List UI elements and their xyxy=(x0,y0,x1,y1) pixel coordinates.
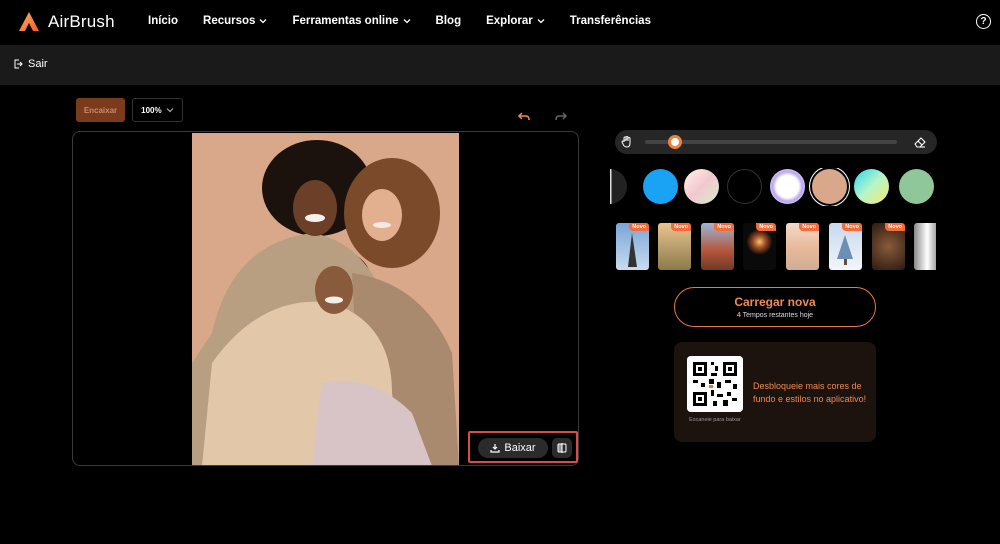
brush-size-slider[interactable] xyxy=(615,130,937,154)
fit-button[interactable]: Encaixar xyxy=(76,98,125,122)
undo-icon[interactable] xyxy=(517,110,531,124)
nav-label: Blog xyxy=(435,15,462,27)
new-badge: Novo xyxy=(671,223,691,231)
compare-icon xyxy=(557,443,567,453)
exit-label: Sair xyxy=(28,58,48,70)
remaining-count: 4 xyxy=(736,312,741,319)
bg-thumb-eiffel[interactable]: Novo xyxy=(616,223,649,270)
chevron-down-icon xyxy=(259,19,267,24)
download-icon xyxy=(490,444,501,453)
sub-toolbar: Sair xyxy=(0,45,1000,85)
top-nav: AirBrush Início Recursos Ferramentas onl… xyxy=(0,0,1000,45)
restore-hand-icon[interactable] xyxy=(620,135,634,149)
image-canvas[interactable] xyxy=(72,131,579,466)
background-presets: Novo Novo Novo Novo Novo Novo Novo xyxy=(616,221,936,271)
download-label: Baixar xyxy=(504,442,536,454)
new-badge: Novo xyxy=(799,223,819,231)
new-badge: Novo xyxy=(714,223,734,231)
bg-thumb-fireworks[interactable]: Novo xyxy=(743,223,776,270)
nav-item-transferencias[interactable]: Transferências xyxy=(570,15,651,27)
slider-knob[interactable] xyxy=(668,135,683,149)
exit-icon xyxy=(14,59,23,69)
promo-text: Desbloqueie mais cores de fundo e estilo… xyxy=(753,381,867,404)
color-swatch-cyan-yellow[interactable] xyxy=(854,169,889,204)
color-swatch-lavender[interactable] xyxy=(770,169,805,204)
background-colors xyxy=(610,168,936,206)
edited-photo xyxy=(192,133,459,465)
nav-label: Ferramentas online xyxy=(292,15,399,27)
chevron-down-icon xyxy=(537,19,545,24)
zoom-select[interactable]: 100% xyxy=(132,98,183,122)
color-swatch-tan-selected[interactable] xyxy=(812,169,847,204)
main-menu: Início Recursos Ferramentas online Blog … xyxy=(148,15,651,27)
redo-icon[interactable] xyxy=(554,110,568,124)
bg-thumb-beach[interactable]: Novo xyxy=(786,223,819,270)
upload-label: Carregar nova xyxy=(734,295,816,309)
nav-label: Início xyxy=(148,15,179,27)
bg-thumb-desert[interactable]: Novo xyxy=(658,223,691,270)
download-button[interactable]: Baixar xyxy=(478,438,548,458)
slider-track[interactable] xyxy=(645,140,897,144)
qr-code-icon xyxy=(687,356,743,412)
bg-thumb-snowy-tree[interactable]: Novo xyxy=(829,223,862,270)
download-area: Baixar xyxy=(468,431,578,463)
color-swatch-peach-gradient[interactable] xyxy=(684,169,719,204)
nav-item-ferramentas[interactable]: Ferramentas online xyxy=(292,15,411,27)
chevron-down-icon xyxy=(403,19,411,24)
new-badge: Novo xyxy=(629,223,649,231)
new-badge: Novo xyxy=(842,223,862,231)
app-promo-card: Escaneie para baixar Desbloqueie mais co… xyxy=(674,342,876,442)
exit-button[interactable]: Sair xyxy=(13,58,48,70)
compare-button[interactable] xyxy=(552,438,572,458)
logo[interactable]: AirBrush xyxy=(18,11,115,33)
nav-item-inicio[interactable]: Início xyxy=(148,15,178,27)
color-swatch-green[interactable] xyxy=(899,169,934,204)
color-swatch-blue[interactable] xyxy=(643,169,678,204)
eraser-icon[interactable] xyxy=(913,135,927,149)
airbrush-logo-icon xyxy=(19,12,39,31)
nav-label: Explorar xyxy=(486,15,533,27)
bg-thumb-red-rocks[interactable]: Novo xyxy=(701,223,734,270)
bg-thumb-autumn[interactable]: Novo xyxy=(872,223,905,270)
help-icon[interactable]: ? xyxy=(976,14,991,29)
nav-item-recursos[interactable]: Recursos xyxy=(203,15,267,27)
upload-new-button[interactable]: Carregar nova 4 Tempos restantes hoje xyxy=(674,287,876,327)
remaining-uses: 4 Tempos restantes hoje xyxy=(675,312,875,319)
new-badge: Novo xyxy=(885,223,905,231)
nav-label: Transferências xyxy=(569,15,651,27)
bg-thumb-silver[interactable] xyxy=(914,223,936,270)
remaining-text: Tempos restantes hoje xyxy=(742,312,814,319)
new-badge: Novo xyxy=(756,223,776,231)
nav-item-explorar[interactable]: Explorar xyxy=(486,15,545,27)
chevron-down-icon xyxy=(166,108,174,113)
color-swatch-black[interactable] xyxy=(727,169,762,204)
qr-caption: Escaneie para baixar xyxy=(689,417,741,423)
nav-label: Recursos xyxy=(203,15,256,27)
nav-item-blog[interactable]: Blog xyxy=(436,15,462,27)
color-swatch-white[interactable] xyxy=(610,169,627,204)
app-name: AirBrush xyxy=(48,12,115,31)
zoom-value: 100% xyxy=(141,105,162,115)
